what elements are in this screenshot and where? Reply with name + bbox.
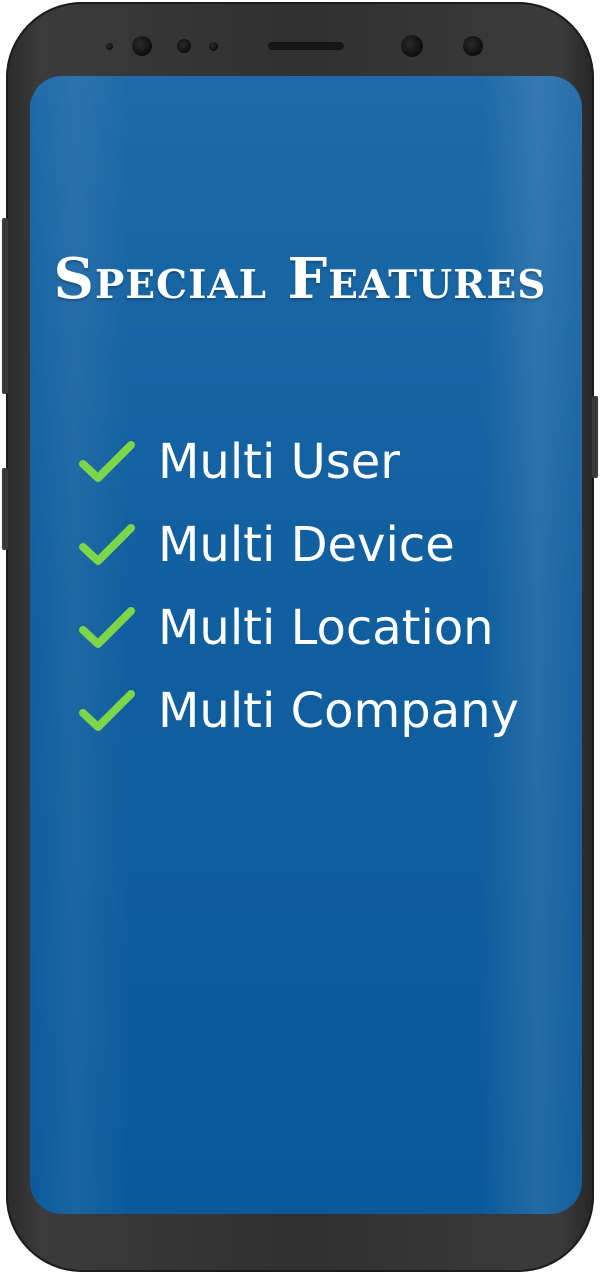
checkmark-icon	[79, 690, 135, 731]
feature-label: Multi Device	[158, 517, 455, 573]
checkmark-icon	[79, 524, 135, 565]
feature-label: Multi Location	[158, 600, 494, 656]
checkmark-icon	[79, 607, 135, 648]
proximity-sensor	[463, 36, 483, 56]
list-item: Multi Device	[78, 515, 578, 598]
front-camera	[132, 36, 152, 56]
sensor-dot	[177, 39, 191, 53]
list-item: Multi Company	[78, 681, 578, 764]
earpiece-speaker	[268, 42, 344, 50]
page-title: Special Features	[53, 246, 547, 312]
feature-label: Multi Company	[158, 683, 519, 739]
sensor-dot	[106, 43, 113, 50]
list-item: Multi Location	[78, 598, 578, 681]
assistant-button[interactable]	[2, 468, 8, 550]
iris-scanner	[401, 35, 423, 57]
feature-list: Multi User Multi Device Multi Location M…	[78, 432, 578, 764]
power-button[interactable]	[592, 396, 598, 478]
list-item: Multi User	[78, 432, 578, 515]
checkmark-icon	[79, 441, 135, 482]
feature-label: Multi User	[158, 434, 400, 490]
sensor-dot	[209, 42, 218, 51]
